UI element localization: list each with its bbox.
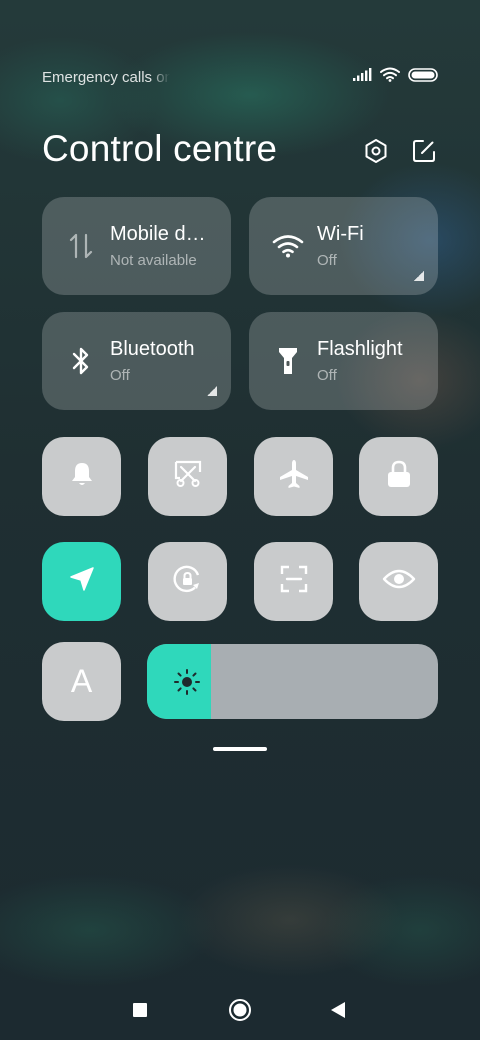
sun-icon [173,668,201,696]
tile-wifi[interactable]: Wi-Fi Off [249,197,438,295]
navigation-bar [0,990,480,1034]
eye-icon [382,567,416,596]
tile-status: Off [110,367,130,384]
toggle-reading-mode[interactable] [359,542,438,621]
toggle-lock-screen[interactable] [359,437,438,516]
lock-icon [385,459,413,494]
bluetooth-icon [64,346,98,376]
page-title: Control centre [42,128,278,169]
tile-label: Wi-Fi [317,223,364,245]
bell-icon [67,459,97,494]
expand-corner-icon[interactable] [414,271,424,281]
back-icon [329,1001,347,1024]
toggle-scanner[interactable] [254,542,333,621]
font-size-icon: A [70,663,93,699]
tile-status: Off [317,252,337,269]
mobile-data-icon [64,231,98,261]
brightness-slider[interactable] [147,644,438,719]
battery-icon [408,67,438,87]
tile-label: Bluetooth [110,338,195,360]
rotation-lock-icon [171,562,205,601]
flashlight-icon [271,346,305,376]
status-bar: Emergency calls only [42,66,438,88]
toggle-font-size[interactable]: A [42,642,121,721]
scan-icon [278,563,310,600]
status-text: Emergency calls only [42,68,170,86]
header-actions [362,138,438,169]
toggle-sound[interactable] [42,437,121,516]
home-icon [228,998,252,1027]
header: Control centre [42,128,438,170]
edit-button[interactable] [410,139,438,167]
edit-icon [411,138,437,169]
tile-status: Off [317,367,337,384]
signal-icon [352,67,372,87]
tile-status: Not available [110,252,197,269]
toggle-screenshot[interactable] [148,437,227,516]
airplane-icon [278,458,310,495]
status-icons [352,67,438,87]
toggle-rotation-lock[interactable] [148,542,227,621]
settings-button[interactable] [362,138,390,169]
toggle-airplane-mode[interactable] [254,437,333,516]
screenshot-icon [172,458,204,495]
drag-handle[interactable] [213,747,267,751]
expand-corner-icon[interactable] [207,386,217,396]
tile-label: Flashlight [317,338,403,360]
back-button[interactable] [326,1000,350,1024]
wifi-icon [271,231,305,261]
tile-label: Mobile data [110,223,210,245]
settings-icon [363,138,389,169]
toggle-location[interactable] [42,542,121,621]
tile-mobile-data[interactable]: Mobile data Not available [42,197,231,295]
tile-flashlight[interactable]: Flashlight Off [249,312,438,410]
location-icon [67,564,97,599]
home-button[interactable] [228,998,252,1027]
wifi-icon [380,67,400,87]
recent-apps-button[interactable] [128,1000,152,1024]
tile-bluetooth[interactable]: Bluetooth Off [42,312,231,410]
recent-apps-icon [132,1002,148,1023]
